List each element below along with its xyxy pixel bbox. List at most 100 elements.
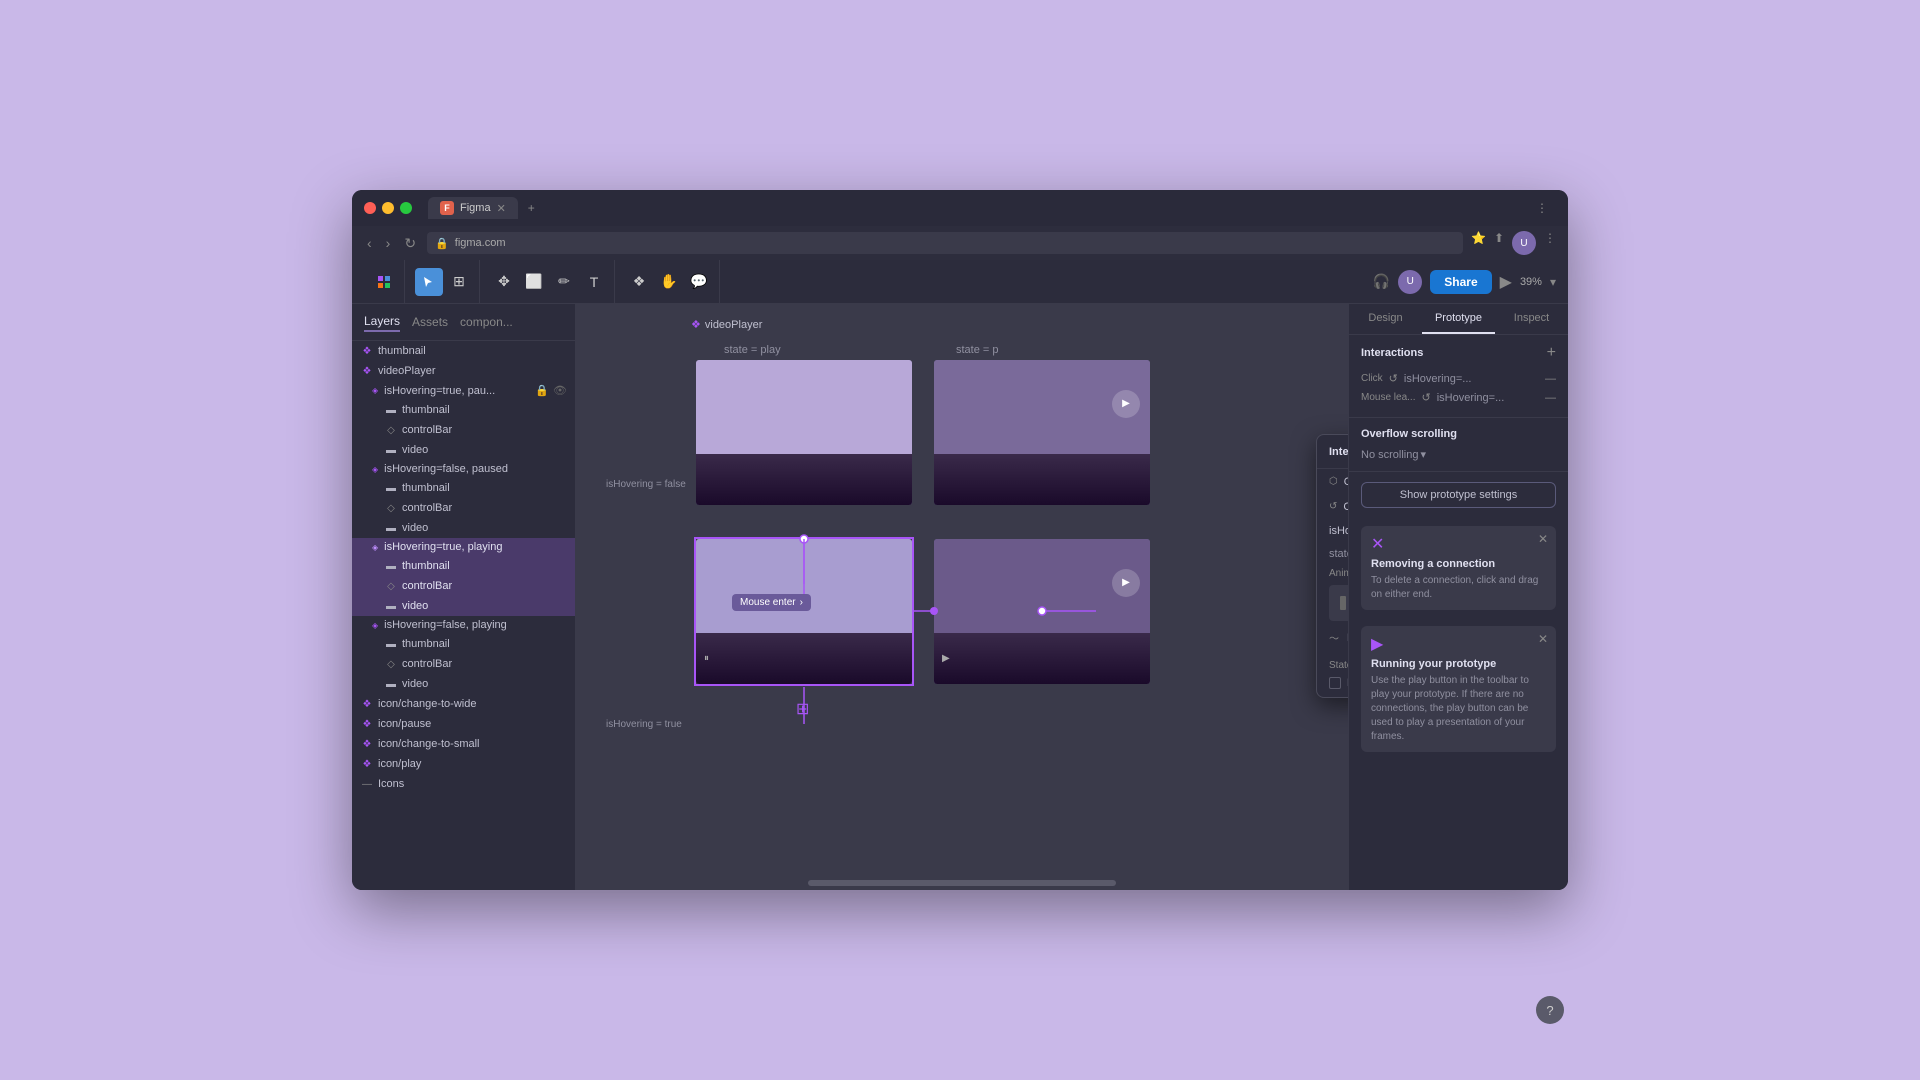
nav-forward-button[interactable]: › — [383, 232, 394, 254]
layer-video-4[interactable]: ▬ video — [352, 674, 575, 694]
layer-isHovering-false-playing[interactable]: ◈ isHovering=false, playing — [352, 616, 575, 634]
play-icon: ▶ — [942, 653, 950, 664]
running-prototype-close[interactable]: ✕ — [1538, 632, 1548, 646]
popup-header: Interaction details ✕ — [1317, 435, 1348, 469]
action-icon: ↺ — [1329, 501, 1337, 512]
click-interaction-row[interactable]: Click ↺ isHovering=... — — [1361, 369, 1556, 388]
comment-tool-button[interactable]: 💬 — [685, 268, 713, 296]
action-label[interactable]: Change to — [1343, 501, 1348, 513]
layer-video-2[interactable]: ▬ video — [352, 518, 575, 538]
frame-label: ❖ videoPlayer — [691, 318, 762, 331]
add-interaction-button[interactable]: + — [1547, 345, 1556, 361]
main-menu-button[interactable] — [370, 268, 398, 296]
layer-controlBar-1[interactable]: ◇ controlBar — [352, 420, 575, 440]
play-prototype-icon[interactable]: ▶ — [1500, 272, 1512, 292]
layer-controlBar-4[interactable]: ◇ controlBar — [352, 654, 575, 674]
layer-thumbnail-1[interactable]: ❖ thumbnail — [352, 341, 575, 361]
hand-tool-button[interactable]: ✋ — [655, 268, 683, 296]
visibility-icon[interactable]: 👁 — [553, 384, 567, 397]
overflow-value-label[interactable]: No scrolling ▾ — [1361, 448, 1426, 461]
multiplayer-audio-icon[interactable]: 🎧 — [1373, 273, 1390, 290]
minimize-button[interactable] — [382, 202, 394, 214]
layer-icon-play[interactable]: ❖ icon/play — [352, 754, 575, 774]
canvas-area[interactable]: ❖ videoPlayer state = play state = p isH… — [576, 304, 1348, 890]
extensions-icon[interactable]: ⋮ — [1544, 231, 1556, 255]
layer-thumbnail-5[interactable]: ▬ thumbnail — [352, 634, 575, 654]
browser-menu-icon[interactable]: ⋮ — [1536, 201, 1548, 215]
pen-tool-button[interactable]: ✏ — [550, 268, 578, 296]
component-icon: ❖ — [360, 717, 374, 731]
user-avatar[interactable]: U — [1512, 231, 1536, 255]
component-icon: ❖ — [691, 318, 701, 331]
browser-tab[interactable]: F Figma ✕ — [428, 197, 518, 219]
layers-list: ❖ thumbnail ❖ videoPlayer ◈ isHovering=t… — [352, 341, 575, 890]
components-tool-button[interactable]: ❖ — [625, 268, 653, 296]
frame-tool-button[interactable]: ⊞ — [445, 268, 473, 296]
layer-thumbnail-2[interactable]: ▬ thumbnail — [352, 400, 575, 420]
layer-video-3[interactable]: ▬ video — [352, 596, 575, 616]
components-tab[interactable]: compon... — [460, 313, 513, 331]
inspect-tab[interactable]: Inspect — [1495, 304, 1568, 334]
running-prototype-text: Use the play button in the toolbar to pl… — [1371, 674, 1546, 744]
design-tab[interactable]: Design — [1349, 304, 1422, 334]
tab-close-icon[interactable]: ✕ — [497, 202, 506, 215]
bookmark-icon[interactable]: ⭐ — [1471, 231, 1486, 255]
tab-bar: F Figma ✕ + — [420, 197, 1528, 219]
layer-isHovering-false-paused[interactable]: ◈ isHovering=false, paused — [352, 460, 575, 478]
new-tab-button[interactable]: + — [522, 199, 541, 217]
select-tool-button[interactable] — [415, 268, 443, 296]
right-panel: Design Prototype Inspect Interactions + … — [1348, 304, 1568, 890]
layer-label: icon/change-to-wide — [378, 698, 476, 710]
canvas-scrollbar[interactable] — [808, 880, 1117, 886]
assets-tab[interactable]: Assets — [412, 313, 448, 331]
click-remove-button[interactable]: — — [1545, 373, 1556, 385]
layer-isHovering-true-playing[interactable]: ◈ isHovering=true, playing — [352, 538, 575, 556]
address-bar[interactable]: 🔒 figma.com — [427, 232, 1463, 254]
layer-videoPlayer[interactable]: ❖ videoPlayer — [352, 361, 575, 381]
zoom-dropdown-icon[interactable]: ▾ — [1550, 275, 1556, 289]
mouse-leave-row-left: Mouse lea... ↺ isHovering=... — [1361, 391, 1504, 404]
component-add-marker[interactable]: ⊞ — [796, 699, 809, 719]
nav-back-button[interactable]: ‹ — [364, 232, 375, 254]
layer-controlBar-2[interactable]: ◇ controlBar — [352, 498, 575, 518]
overflow-dropdown-icon[interactable]: ▾ — [1420, 448, 1426, 461]
variant-icon: ◈ — [372, 465, 378, 474]
trigger-label[interactable]: On click — [1344, 476, 1348, 488]
close-button[interactable] — [364, 202, 376, 214]
share-page-icon[interactable]: ⬆ — [1494, 231, 1504, 255]
layer-video-1[interactable]: ▬ video — [352, 440, 575, 460]
right-panel-tabs: Design Prototype Inspect — [1349, 304, 1568, 335]
reset-video-checkbox[interactable] — [1329, 677, 1341, 689]
mouse-leave-interaction-row[interactable]: Mouse lea... ↺ isHovering=... — — [1361, 388, 1556, 407]
show-prototype-settings-button[interactable]: Show prototype settings — [1361, 482, 1556, 508]
removing-connection-title: Removing a connection — [1371, 558, 1546, 570]
removing-connection-close[interactable]: ✕ — [1538, 532, 1548, 546]
layer-thumbnail-4[interactable]: ▬ thumbnail — [352, 556, 575, 576]
layer-icon-change-to-small[interactable]: ❖ icon/change-to-small — [352, 734, 575, 754]
zoom-level[interactable]: 39% — [1520, 276, 1542, 288]
ease-value[interactable]: Ease out ▾ — [1347, 631, 1348, 644]
frame-br: ▶ ▶ — [934, 539, 1150, 684]
layer-icons[interactable]: — Icons — [352, 774, 575, 794]
layer-isHovering-true-paused[interactable]: ◈ isHovering=true, pau... 🔒 👁 — [352, 381, 575, 400]
layer-controlBar-3[interactable]: ◇ controlBar — [352, 576, 575, 596]
layer-thumbnail-3[interactable]: ▬ thumbnail — [352, 478, 575, 498]
variant-icon: ◈ — [372, 621, 378, 630]
fullscreen-button[interactable] — [400, 202, 412, 214]
layer-icon-change-to-wide[interactable]: ❖ icon/change-to-wide — [352, 694, 575, 714]
layer-label: isHovering=true, pau... — [384, 385, 495, 397]
nav-reload-button[interactable]: ↻ — [401, 232, 419, 255]
anim-none[interactable] — [1329, 585, 1348, 621]
mouse-enter-tooltip: Mouse enter › — [732, 594, 811, 611]
current-user-avatar[interactable]: U — [1398, 270, 1422, 294]
share-button[interactable]: Share — [1430, 270, 1491, 294]
layer-icon-pause[interactable]: ❖ icon/pause — [352, 714, 575, 734]
mouse-leave-remove-button[interactable]: — — [1545, 392, 1556, 404]
frame-bl[interactable]: ⏸ — [696, 539, 912, 684]
move-tool-button[interactable]: ✥ — [490, 268, 518, 296]
layers-tab[interactable]: Layers — [364, 312, 400, 332]
prototype-tab[interactable]: Prototype — [1422, 304, 1495, 334]
text-tool-button[interactable]: T — [580, 268, 608, 296]
shape-tool-button[interactable]: ⬜ — [520, 268, 548, 296]
overflow-value-row[interactable]: No scrolling ▾ — [1361, 448, 1556, 461]
